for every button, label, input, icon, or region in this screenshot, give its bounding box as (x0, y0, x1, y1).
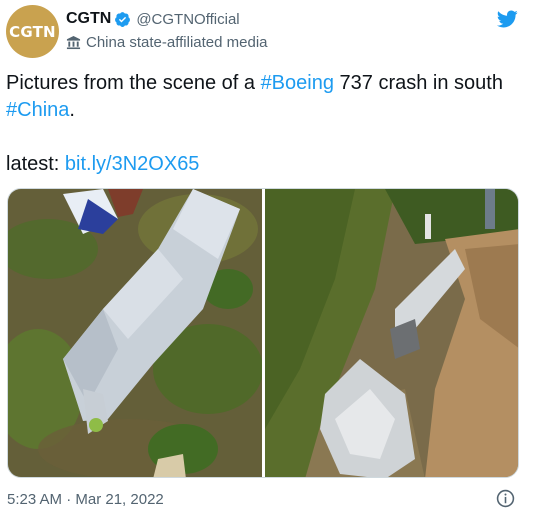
tweet-footer: 5:23 AM · Mar 21, 2022 (7, 488, 519, 510)
tweet-text-part: Pictures from the scene of a (6, 72, 261, 94)
display-name[interactable]: CGTN (66, 10, 111, 28)
hashtag-boeing[interactable]: #Boeing (261, 72, 334, 94)
short-link[interactable]: bit.ly/3N2OX65 (65, 153, 200, 175)
author-name-row: CGTN @CGTNOfficial (66, 8, 268, 30)
tweet-header: CGTN CGTN @CGTNOfficial China state-affi… (6, 5, 526, 61)
tweet-body: Pictures from the scene of a #Boeing 737… (6, 70, 526, 178)
tweet-card: CGTN CGTN @CGTNOfficial China state-affi… (0, 0, 534, 516)
hashtag-china[interactable]: #China (6, 99, 69, 121)
debris-on-ground-image (8, 189, 262, 477)
crash-debris-photo-right[interactable] (265, 189, 518, 477)
tweet-text-part: 737 crash in south (333, 72, 503, 94)
author-info: CGTN @CGTNOfficial China state-affiliate… (66, 8, 268, 53)
affiliation-row: China state-affiliated media (66, 31, 268, 53)
debris-in-ditch-image (265, 189, 518, 477)
media-grid (7, 188, 519, 478)
latest-label: latest: (6, 153, 65, 175)
crash-debris-photo-left[interactable] (8, 189, 262, 477)
tweet-text-line: Pictures from the scene of a #Boeing 737… (6, 70, 526, 124)
handle[interactable]: @CGTNOfficial (136, 11, 239, 28)
twitter-bird-icon[interactable] (494, 8, 520, 30)
state-media-label[interactable]: China state-affiliated media (86, 34, 268, 51)
verified-badge-icon (115, 11, 131, 27)
info-circle-icon[interactable] (496, 489, 515, 508)
avatar[interactable]: CGTN (6, 5, 59, 58)
timestamp[interactable]: 5:23 AM · Mar 21, 2022 (7, 491, 164, 508)
government-building-icon (66, 35, 81, 49)
tweet-latest-line: latest: bit.ly/3N2OX65 (6, 151, 526, 178)
avatar-logo-text: CGTN (9, 22, 56, 41)
tweet-text-part: . (69, 99, 75, 121)
